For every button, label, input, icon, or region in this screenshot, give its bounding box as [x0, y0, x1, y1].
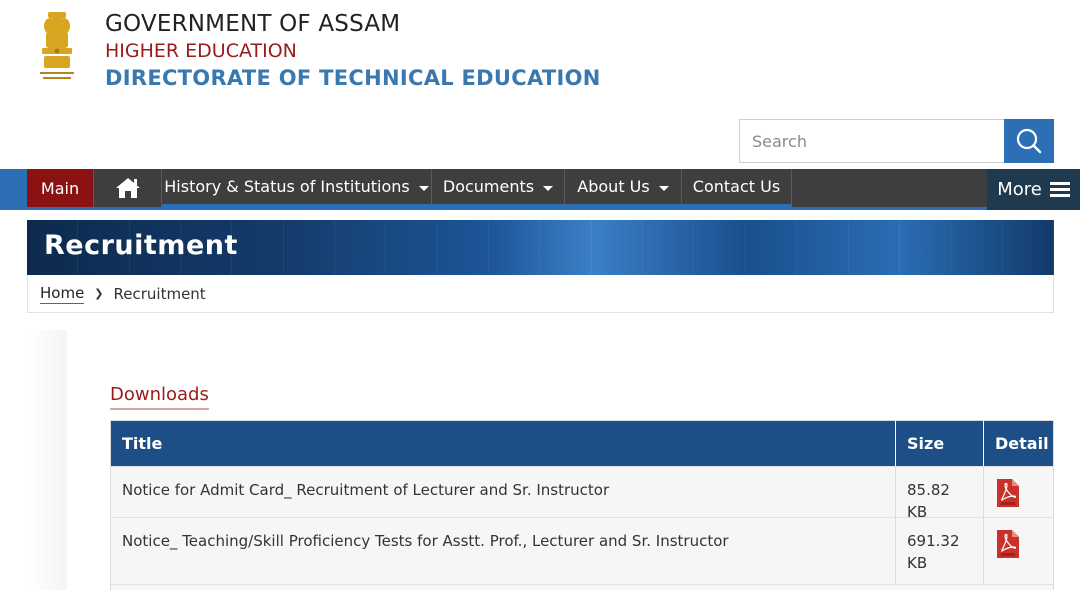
- pdf-icon[interactable]: [997, 530, 1019, 558]
- row-title: Notice for Admit Card_ Recruitment of Le…: [111, 467, 896, 517]
- pdf-icon[interactable]: [997, 479, 1019, 507]
- higher-education-subtitle: HIGHER EDUCATION: [105, 40, 297, 62]
- home-icon: [115, 178, 140, 198]
- table-row: Notice_ Teaching/Skill Proficiency Tests…: [111, 517, 1053, 584]
- main-navigation: Main History & Status of Institutions Do…: [0, 169, 1080, 210]
- page-banner: Recruitment: [27, 220, 1054, 275]
- department-title[interactable]: DIRECTORATE OF TECHNICAL EDUCATION: [105, 66, 601, 90]
- table-row-partial: [111, 584, 1053, 590]
- breadcrumb: Home ❯ Recruitment: [27, 275, 1054, 313]
- search-icon: [1016, 128, 1042, 154]
- column-header-size: Size: [896, 421, 984, 466]
- search-input[interactable]: [740, 120, 1005, 162]
- page-title: Recruitment: [44, 230, 238, 261]
- table-header-row: Title Size Detail: [111, 421, 1053, 466]
- chevron-down-icon: [418, 186, 429, 191]
- breadcrumb-home-link[interactable]: Home: [40, 284, 85, 304]
- table-row: Notice for Admit Card_ Recruitment of Le…: [111, 466, 1053, 521]
- downloads-table: Title Size Detail Notice for Admit Card_…: [110, 420, 1054, 590]
- nav-item-main[interactable]: Main: [27, 169, 94, 207]
- search-box: [739, 119, 1005, 163]
- nav-item-label: History & Status of Institutions: [164, 177, 410, 196]
- column-header-detail: Detail: [995, 434, 1049, 453]
- row-detail: [984, 518, 1053, 584]
- row-size: 85.82 KB: [896, 467, 984, 521]
- site-header: GOVERNMENT OF ASSAM HIGHER EDUCATION DIR…: [0, 0, 1080, 120]
- row-title: Notice_ Teaching/Skill Proficiency Tests…: [111, 518, 896, 584]
- breadcrumb-separator-icon: ❯: [94, 287, 104, 300]
- breadcrumb-current: Recruitment: [113, 284, 206, 303]
- chevron-down-icon: [658, 186, 669, 191]
- downloads-heading: Downloads: [110, 384, 209, 410]
- nav-item-about-us[interactable]: About Us: [565, 169, 682, 207]
- more-label: More: [997, 179, 1042, 200]
- nav-item-label: Documents: [442, 177, 535, 196]
- national-emblem-icon: [40, 12, 74, 79]
- chevron-down-icon: [543, 186, 554, 191]
- nav-item-home[interactable]: [94, 169, 162, 207]
- nav-item-label: Contact Us: [692, 177, 781, 196]
- nav-item-label: About Us: [577, 177, 650, 196]
- nav-item-label: Main: [40, 178, 80, 198]
- nav-item-documents[interactable]: Documents: [432, 169, 565, 207]
- nav-accent-strip: [0, 169, 27, 207]
- more-menu-button[interactable]: More: [987, 169, 1080, 210]
- nav-item-contact-us[interactable]: Contact Us: [682, 169, 792, 207]
- government-title: GOVERNMENT OF ASSAM: [105, 11, 401, 37]
- search-button[interactable]: [1004, 119, 1054, 163]
- nav-item-history[interactable]: History & Status of Institutions: [162, 169, 432, 207]
- column-header-title: Title: [111, 421, 896, 466]
- row-size: 691.32 KB: [896, 518, 984, 584]
- content-shadow: [27, 330, 67, 590]
- hamburger-icon: [1049, 181, 1070, 198]
- row-detail: [984, 467, 1053, 517]
